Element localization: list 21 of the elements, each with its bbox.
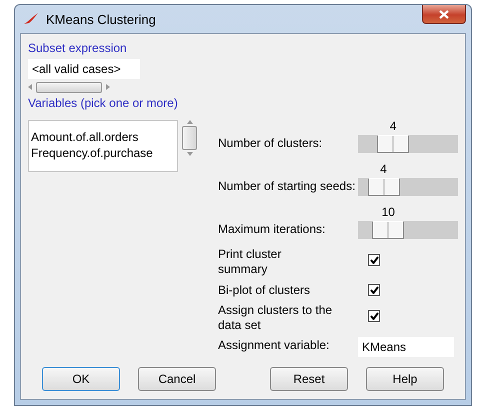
- dialog-button[interactable]: OK: [42, 367, 120, 391]
- option-label: Number of starting seeds:: [218, 179, 356, 194]
- slider-value: 4: [388, 118, 398, 135]
- variable-item[interactable]: Frequency.of.purchase: [31, 145, 175, 161]
- variables-label: Variables (pick one or more): [28, 95, 179, 112]
- option-label: Assignment variable:: [218, 338, 330, 352]
- slider-value: 4: [379, 161, 388, 178]
- variable-item[interactable]: Amount.of.all.orders: [31, 129, 175, 145]
- slider-value: 10: [380, 204, 396, 221]
- window-title: KMeans Clustering: [46, 12, 156, 26]
- option-label: Number of clusters:: [218, 136, 324, 151]
- assignment-variable-field[interactable]: KMeans: [358, 337, 454, 357]
- dialog-button[interactable]: Cancel: [138, 367, 216, 391]
- dialog-button[interactable]: Reset: [270, 367, 348, 391]
- subset-field[interactable]: <all valid cases>: [28, 59, 140, 79]
- dialog-button[interactable]: Help: [366, 367, 444, 391]
- option-label: Maximum iterations:: [218, 222, 326, 237]
- option-label: Bi-plot of clusters: [218, 282, 312, 298]
- option-label: Assign clusters to the data set: [218, 303, 333, 333]
- subset-label: Subset expression: [28, 40, 128, 57]
- option-label: Print cluster summary: [218, 247, 282, 277]
